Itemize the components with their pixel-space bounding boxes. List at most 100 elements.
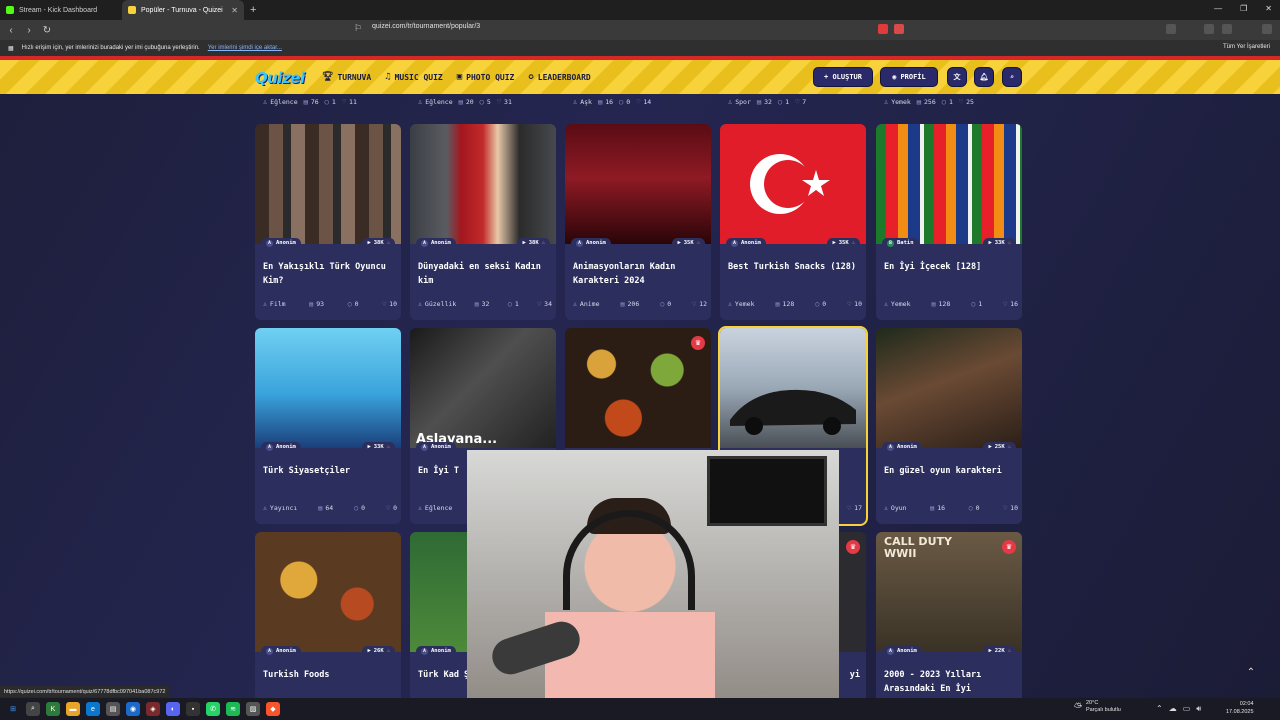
spotify-icon[interactable]: ≋: [226, 702, 240, 716]
heart-icon[interactable]: ♡: [537, 300, 541, 308]
extension-icon[interactable]: [1166, 24, 1176, 34]
whatsapp-icon[interactable]: ✆: [206, 702, 220, 716]
windows-start-icon[interactable]: ⊞: [6, 702, 20, 716]
plays-badge: ▶ 26K ♨: [362, 645, 395, 657]
fire-icon: ♨: [541, 240, 545, 246]
tournament-card[interactable]: A Anonim ▶ 26K ♨ Turkish Foods: [255, 532, 401, 698]
create-button[interactable]: + OLUŞTUR: [813, 67, 873, 87]
import-bookmarks-link[interactable]: Yer imlerini şimdi içe aktar...: [208, 45, 282, 51]
chevron-up-icon[interactable]: ⌃: [1156, 704, 1163, 714]
minimize-icon[interactable]: —: [1214, 4, 1222, 13]
network-icon[interactable]: ▭: [1183, 704, 1191, 714]
folder-icon[interactable]: ▬: [66, 702, 80, 716]
comments-count: 0: [667, 300, 672, 308]
likes-count: 34: [544, 300, 552, 308]
prev-card-meta: ♙ Aşk ▤ 16 ◯ 0 ♡ 14: [573, 96, 651, 108]
all-bookmarks-button[interactable]: Tüm Yer İşaretleri: [1223, 44, 1270, 50]
notifications-button[interactable]: 🔔︎: [974, 67, 994, 87]
menu-icon[interactable]: [1262, 24, 1272, 34]
app-icon[interactable]: K: [46, 702, 60, 716]
tournament-card[interactable]: A Anonim ▶ 38K ♨ En Yakışıklı Türk Oyuncu K…: [255, 124, 401, 320]
heart-icon[interactable]: ♡: [959, 98, 963, 106]
maximize-icon[interactable]: ❐: [1240, 4, 1247, 13]
weather-temp: 20°C: [1086, 700, 1099, 706]
author-badge: A Anonim: [726, 237, 766, 249]
status-url: https://quizei.com/tr/tournament/quiz/67…: [0, 686, 170, 697]
author-badge: A Anonim: [571, 237, 611, 249]
language-button[interactable]: 文: [947, 67, 967, 87]
cloud-icon[interactable]: ☁︎: [1169, 704, 1177, 714]
questions-count: 256: [924, 98, 936, 106]
card-thumbnail: [255, 532, 401, 652]
author-badge: A Anonim: [416, 237, 456, 249]
tab-kick-dashboard[interactable]: Stream - Kick Dashboard: [0, 0, 122, 20]
weather-widget[interactable]: ⛅︎ 20°C Parçalı bulutlu: [1074, 700, 1121, 714]
category-label: Eğlence: [424, 504, 453, 512]
nav-tournament[interactable]: 🏆︎ TURNUVA: [322, 72, 371, 82]
brave-shield-icon[interactable]: [878, 24, 888, 34]
plays-badge: ▶ 25K ♨: [983, 441, 1016, 453]
heart-icon[interactable]: ♡: [342, 98, 346, 106]
heart-icon[interactable]: ♡: [382, 300, 386, 308]
comments-count: 1: [948, 98, 953, 106]
fire-icon: ♨: [386, 240, 390, 246]
new-tab-icon[interactable]: +: [250, 4, 256, 16]
tournament-card[interactable]: B Batin ▶ 33K ♨ En İyi İçecek [128] ♙ Yemek …: [876, 124, 1022, 320]
category-label: Aşk: [580, 98, 592, 106]
edge-icon[interactable]: e: [86, 702, 100, 716]
profile-button[interactable]: ◉ PROFİL: [880, 67, 938, 87]
prev-card-meta: ♙ Eğlence ▤ 20 ◯ 5 ♡ 31: [418, 96, 512, 108]
tournament-card[interactable]: A Anonim ▶ 38K ♨ Dünyadaki en seksi Kadın k…: [410, 124, 556, 320]
sidebar-icon[interactable]: [1204, 24, 1214, 34]
close-tab-icon[interactable]: ✕: [231, 6, 238, 15]
search-button[interactable]: ⌕: [1002, 67, 1022, 87]
brave-icon[interactable]: ◆: [266, 702, 280, 716]
tournament-card[interactable]: A Anonim ▶ 35K ♨ Best Turkish Snacks (128) …: [720, 124, 866, 320]
tournament-card[interactable]: A Anonim ▶ 35K ♨ Animasyonların Kadın Karak…: [565, 124, 711, 320]
apps-icon[interactable]: ▦: [8, 45, 14, 52]
nav-leaderboard[interactable]: ✪ LEADERBOARD: [528, 72, 590, 82]
heart-icon[interactable]: ♡: [847, 300, 851, 308]
heart-icon[interactable]: ♡: [1003, 504, 1007, 512]
scroll-to-top-icon[interactable]: ⌃: [1242, 663, 1260, 681]
rewards-icon[interactable]: [894, 24, 904, 34]
heart-icon[interactable]: ♡: [1003, 300, 1007, 308]
user-icon: ◉: [892, 73, 897, 81]
back-icon[interactable]: ‹: [4, 25, 18, 36]
clock[interactable]: 02:04 17.08.2025: [1226, 700, 1254, 716]
search-taskbar-icon[interactable]: ⌕: [26, 702, 40, 716]
nav-photo-quiz[interactable]: ▣ PHOTO QUIZ: [457, 72, 515, 82]
heart-icon[interactable]: ♡: [692, 300, 696, 308]
reload-icon[interactable]: ↻: [40, 25, 54, 36]
store-icon[interactable]: ▤: [106, 702, 120, 716]
questions-count: 76: [310, 98, 319, 106]
bookmark-icon[interactable]: ⚐: [354, 23, 362, 34]
likes-count: 10: [1010, 504, 1018, 512]
app-icon[interactable]: ▨: [246, 702, 260, 716]
app-icon[interactable]: ◈: [146, 702, 160, 716]
heart-icon[interactable]: ♡: [636, 98, 640, 106]
plays-count: 35K: [838, 240, 849, 246]
heart-icon[interactable]: ♡: [795, 98, 799, 106]
plays-count: 33K: [373, 444, 384, 450]
site-logo[interactable]: Quizei: [255, 69, 305, 87]
tab-quizei[interactable]: Popüler - Turnuva - Quizei ✕: [122, 0, 244, 20]
tournament-card[interactable]: A Anonim ▶ 25K ♨ En güzel oyun karakteri ♙ O…: [876, 328, 1022, 524]
forward-icon[interactable]: ›: [22, 25, 36, 36]
nav-music-quiz[interactable]: ♫ MUSIC QUIZ: [385, 72, 443, 82]
steam-icon[interactable]: ◉: [126, 702, 140, 716]
heart-icon[interactable]: ♡: [847, 504, 851, 512]
volume-icon[interactable]: 🔊︎: [1196, 704, 1201, 714]
wallet-icon[interactable]: [1222, 24, 1232, 34]
tournament-card[interactable]: A Anonim ▶ 33K ♨ Türk Siyasetçiler ♙ Yayıncı…: [255, 328, 401, 524]
author-name: Anonim: [431, 240, 451, 246]
app-icon[interactable]: ▪: [186, 702, 200, 716]
tournament-card[interactable]: CALL DUTY WWII ♛ A Anonim ▶ 22K ♨ 2000 - 20…: [876, 532, 1022, 698]
heart-icon[interactable]: ♡: [386, 504, 390, 512]
background-monitor: [707, 456, 827, 526]
url-field[interactable]: quizei.com/tr/tournament/popular/3: [372, 23, 480, 30]
heart-icon[interactable]: ♡: [497, 98, 501, 106]
close-window-icon[interactable]: ✕: [1265, 4, 1272, 13]
author-name: Anonim: [586, 240, 606, 246]
discord-icon[interactable]: ◐: [166, 702, 180, 716]
